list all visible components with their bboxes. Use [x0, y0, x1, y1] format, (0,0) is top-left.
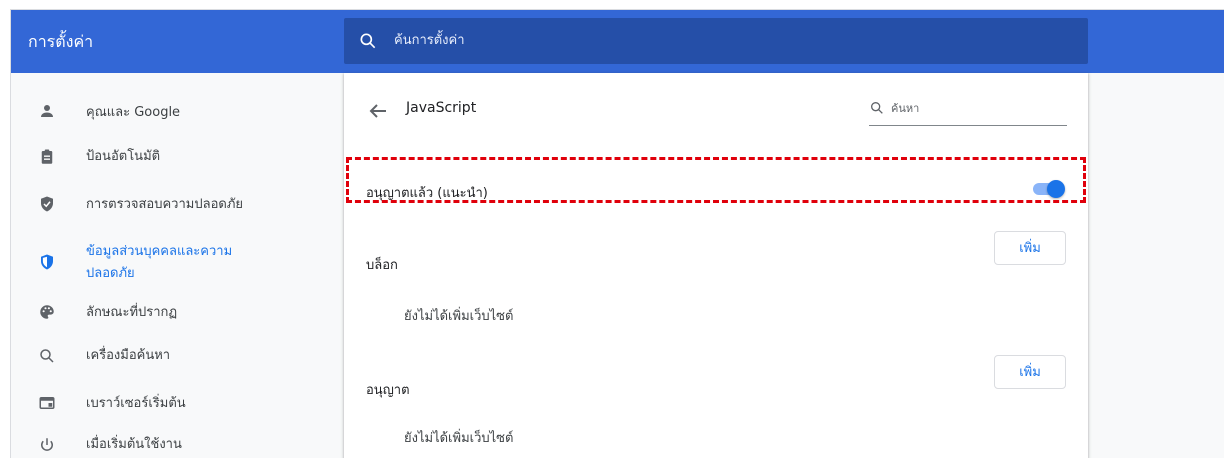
sidebar-item-label: ลักษณะที่ปรากฏ	[86, 305, 178, 320]
allow-add-button[interactable]: เพิ่ม	[994, 355, 1066, 389]
block-add-button[interactable]: เพิ่ม	[994, 231, 1066, 265]
sidebar-item-safety-check[interactable]: การตรวจสอบความปลอดภัย	[11, 188, 341, 218]
sidebar-item-search-engine[interactable]: เครื่องมือค้นหา	[11, 342, 341, 372]
palette-icon	[40, 305, 54, 319]
site-search-placeholder: ค้นหา	[891, 102, 920, 115]
sidebar-item-label: เบราว์เซอร์เริ่มต้น	[86, 396, 186, 411]
search-icon	[40, 349, 54, 363]
search-icon	[360, 33, 376, 49]
sidebar-item-label: คุณและ Google	[86, 105, 181, 120]
allowed-toggle-label: อนุญาตแล้ว (แนะนำ)	[366, 186, 488, 201]
block-empty-text: ยังไม่ได้เพิ่มเว็บไซต์	[404, 309, 514, 324]
sidebar-item-label: เครื่องมือค้นหา	[86, 348, 171, 363]
sidebar-item-label: เมื่อเริ่มต้นใช้งาน	[86, 437, 182, 452]
sidebar-item-privacy-security[interactable]: ข้อมูลส่วนบุคคลและความ ปลอดภัย	[11, 238, 341, 286]
page-subtitle: JavaScript	[406, 100, 477, 116]
sidebar-item-label: ข้อมูลส่วนบุคคลและความ	[86, 244, 233, 259]
page-title: การตั้งค่า	[28, 32, 94, 51]
site-search-input[interactable]: ค้นหา	[869, 93, 1067, 126]
search-icon	[871, 102, 883, 114]
allow-section-label: อนุญาต	[366, 383, 410, 398]
browser-icon	[39, 397, 55, 409]
sidebar-item-default-browser[interactable]: เบราว์เซอร์เริ่มต้น	[11, 387, 341, 417]
toggle-knob	[1047, 180, 1065, 198]
sidebar-item-on-startup[interactable]: เมื่อเริ่มต้นใช้งาน	[11, 429, 341, 458]
shield-icon	[41, 254, 53, 270]
power-icon	[41, 438, 53, 451]
sidebar-item-appearance[interactable]: ลักษณะที่ปรากฏ	[11, 298, 341, 328]
settings-search-placeholder: ค้นการตั้งค่า	[394, 33, 465, 48]
sidebar-item-label: การตรวจสอบความปลอดภัย	[86, 197, 244, 212]
settings-header: การตั้งค่า ค้นการตั้งค่า	[11, 10, 1224, 73]
allow-empty-text: ยังไม่ได้เพิ่มเว็บไซต์	[404, 431, 514, 446]
settings-search-input[interactable]: ค้นการตั้งค่า	[344, 18, 1088, 64]
block-section-label: บล็อก	[366, 258, 398, 273]
person-icon	[41, 105, 53, 117]
sidebar-item-label: ป้อนอัตโนมัติ	[86, 149, 161, 164]
clipboard-icon	[41, 149, 53, 164]
sidebar-item-you-and-google[interactable]: คุณและ Google	[11, 98, 341, 128]
content-card: JavaScript ค้นหา อนุญาตแล้ว (แนะนำ) บล็อ…	[344, 73, 1088, 458]
sidebar-item-label-line2: ปลอดภัย	[86, 266, 135, 281]
javascript-allowed-toggle[interactable]	[1031, 179, 1065, 199]
sidebar-item-autofill[interactable]: ป้อนอัตโนมัติ	[11, 143, 341, 173]
back-arrow-icon[interactable]	[366, 99, 390, 123]
shield-check-icon	[41, 196, 53, 212]
settings-window: การตั้งค่า ค้นการตั้งค่า คุณและ Google ป…	[10, 9, 1224, 458]
